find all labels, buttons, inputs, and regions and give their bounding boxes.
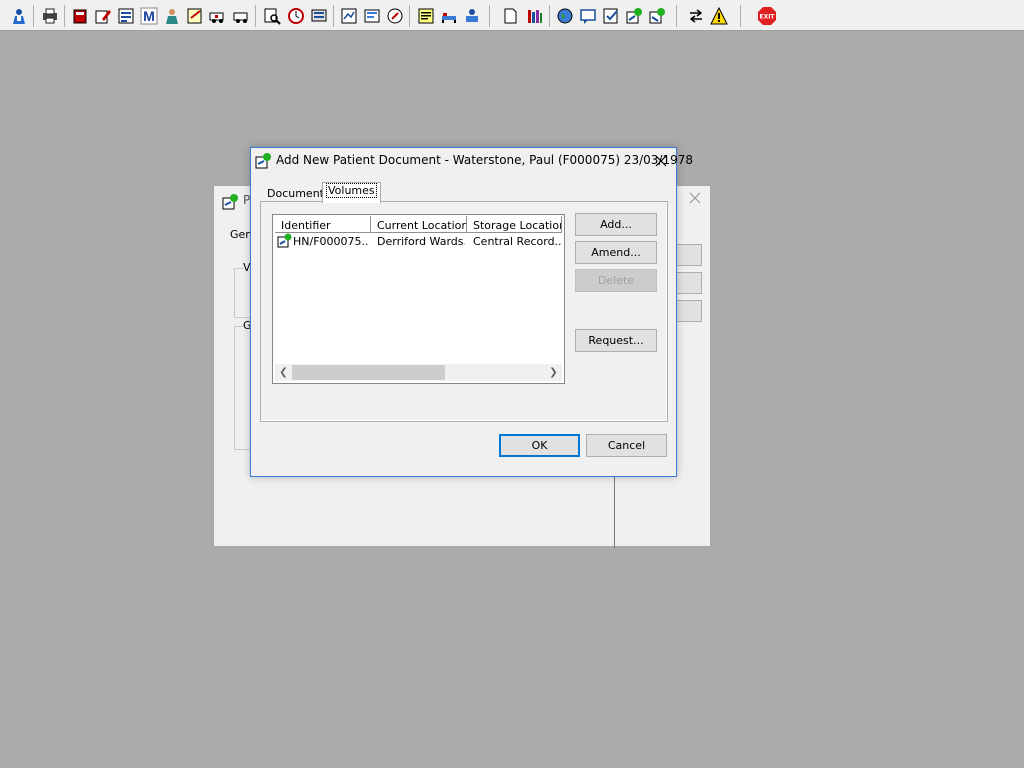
ambulance-icon[interactable] <box>208 6 228 26</box>
ambulance2-icon[interactable] <box>231 6 251 26</box>
volumes-list[interactable]: Identifier Current Location Storage Loca… <box>272 214 565 384</box>
book-icon[interactable] <box>70 6 90 26</box>
patient-doc-icon <box>222 193 240 214</box>
edit-record-icon[interactable] <box>93 6 113 26</box>
dialog-title: Add New Patient Document - Waterstone, P… <box>276 153 694 167</box>
request-button[interactable]: Request... <box>575 329 657 352</box>
column-header-storage-location[interactable]: Storage Location <box>467 216 562 233</box>
transfer-icon[interactable] <box>462 6 482 26</box>
cell-identifier: HN/F000075... <box>293 235 369 248</box>
checklist-icon[interactable] <box>601 6 621 26</box>
m-icon[interactable]: M <box>139 6 159 26</box>
patient-doc2-icon[interactable] <box>647 6 667 26</box>
title-bar[interactable]: Add New Patient Document - Waterstone, P… <box>251 148 693 174</box>
list-item[interactable]: HN/F000075... Derriford Wards... Central… <box>275 233 562 250</box>
column-header-current-location[interactable]: Current Location <box>371 216 467 233</box>
patient-doc-icon <box>255 152 273 173</box>
globe-icon[interactable] <box>555 6 575 26</box>
svg-text:M: M <box>143 8 155 24</box>
swap-icon[interactable] <box>686 6 706 26</box>
horizontal-scrollbar[interactable]: ❮ ❯ <box>275 364 562 381</box>
scroll-right-icon[interactable]: ❯ <box>545 364 562 381</box>
search-doc-icon[interactable] <box>262 6 282 26</box>
message-icon[interactable] <box>578 6 598 26</box>
document-icon[interactable] <box>500 6 520 26</box>
printer-icon[interactable] <box>40 6 60 26</box>
exit-icon[interactable]: EXIT <box>757 6 777 26</box>
column-header-identifier[interactable]: Identifier <box>275 216 371 233</box>
amend-button[interactable]: Amend... <box>575 241 657 264</box>
disc-icon[interactable] <box>385 6 405 26</box>
background-button[interactable] <box>676 300 702 322</box>
person-icon[interactable] <box>9 6 29 26</box>
forms-icon[interactable] <box>362 6 382 26</box>
background-button[interactable]: l <box>675 272 702 294</box>
folder-icon[interactable] <box>416 6 436 26</box>
scroll-left-icon[interactable]: ❮ <box>275 364 292 381</box>
close-button[interactable] <box>650 150 672 172</box>
close-icon <box>655 155 667 167</box>
background-button[interactable] <box>676 244 702 266</box>
notes-icon[interactable] <box>185 6 205 26</box>
patient-doc-icon <box>277 233 293 252</box>
chart-icon[interactable] <box>339 6 359 26</box>
warning-icon[interactable] <box>709 6 729 26</box>
main-toolbar: M EXIT <box>0 0 1024 31</box>
cell-current-location: Derriford Wards... <box>377 235 465 248</box>
tab-volumes[interactable]: Volumes <box>322 182 381 203</box>
monitor-icon[interactable] <box>309 6 329 26</box>
scroll-thumb[interactable] <box>292 365 445 380</box>
clock-icon[interactable] <box>286 6 306 26</box>
doctor-icon[interactable] <box>162 6 182 26</box>
cell-storage-location: Central Record... <box>473 235 561 248</box>
bed-icon[interactable] <box>439 6 459 26</box>
close-icon[interactable] <box>688 191 702 208</box>
add-button[interactable]: Add... <box>575 213 657 236</box>
svg-text:EXIT: EXIT <box>759 14 775 21</box>
tab-general[interactable]: Gen <box>230 228 252 241</box>
add-patient-document-dialog: Add New Patient Document - Waterstone, P… <box>250 147 693 477</box>
delete-button[interactable]: Delete <box>575 269 657 292</box>
list-icon[interactable] <box>116 6 136 26</box>
cancel-button[interactable]: Cancel <box>586 434 667 457</box>
books-icon[interactable] <box>525 6 545 26</box>
ok-button[interactable]: OK <box>499 434 580 457</box>
patient-doc-icon[interactable] <box>624 6 644 26</box>
list-header: Identifier Current Location Storage Loca… <box>275 216 562 233</box>
